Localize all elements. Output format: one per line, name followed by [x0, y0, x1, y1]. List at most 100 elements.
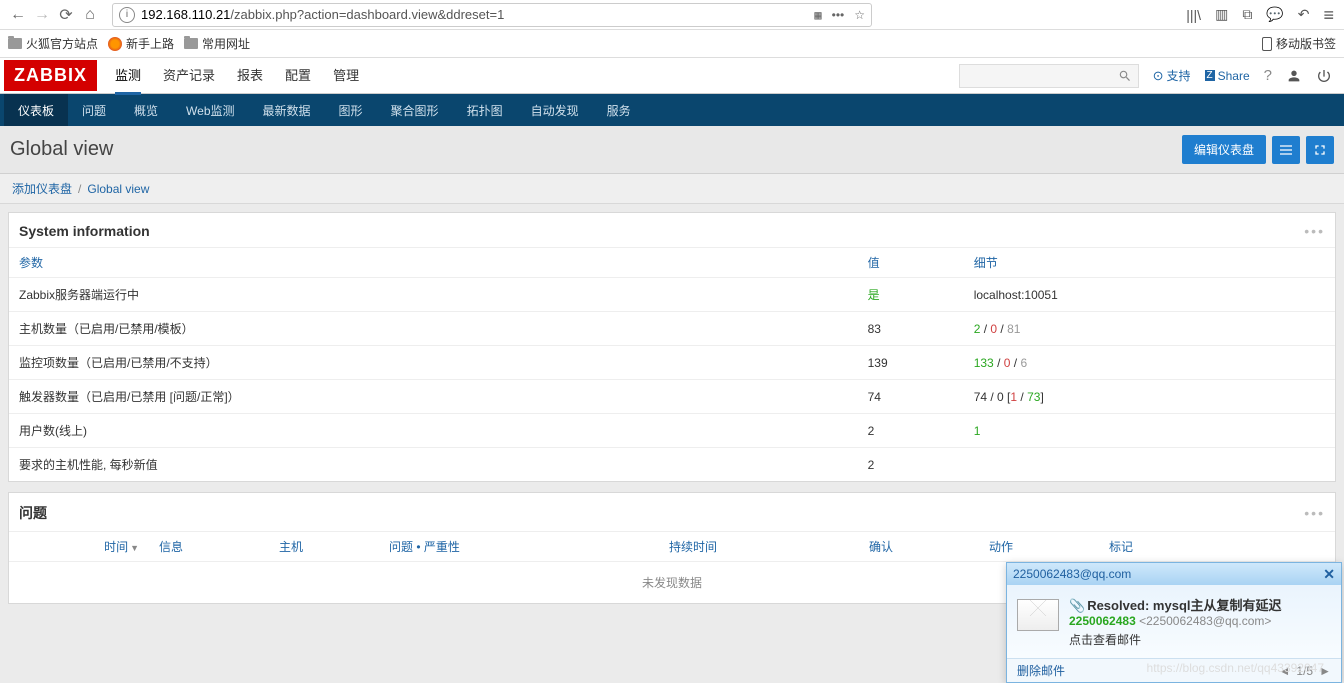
subnav-problems[interactable]: 问题	[68, 94, 120, 126]
sysinfo-row: 用户数(线上)21	[9, 414, 1335, 448]
cell-detail: 133 / 0 / 6	[964, 346, 1335, 380]
nav-monitor[interactable]: 监测	[115, 57, 141, 95]
sysinfo-title: System information	[19, 223, 150, 239]
problems-header-row: 时间▼ 信息 主机 问题 • 严重性 持续时间 确认 动作 标记	[9, 531, 1335, 561]
breadcrumb-current[interactable]: Global view	[87, 182, 149, 196]
nav-reports[interactable]: 报表	[237, 57, 263, 95]
col-actions[interactable]: 动作	[979, 538, 1099, 555]
th-value[interactable]: 值	[858, 248, 964, 278]
cell-value: 2	[858, 448, 964, 482]
power-icon[interactable]	[1316, 68, 1332, 84]
search-input[interactable]	[959, 64, 1139, 88]
sort-desc-icon: ▼	[130, 543, 139, 553]
edit-dashboard-button[interactable]: 编辑仪表盘	[1182, 135, 1266, 164]
reader-icon[interactable]: ▥	[1215, 6, 1228, 23]
menu-icon[interactable]	[1323, 6, 1334, 24]
cell-value: 2	[858, 414, 964, 448]
th-detail[interactable]: 细节	[964, 248, 1335, 278]
support-link[interactable]: ⊙支持	[1153, 67, 1191, 84]
zabbix-logo[interactable]: ZABBIX	[4, 60, 97, 91]
list-button[interactable]	[1272, 136, 1300, 164]
share-link[interactable]: ZShare	[1205, 69, 1250, 83]
envelope-icon	[1017, 599, 1059, 631]
cell-param: 触发器数量（已启用/已禁用 [问题/正常]）	[9, 380, 858, 414]
mail-delete-link[interactable]: 删除邮件	[1017, 662, 1065, 679]
subnav-graphs[interactable]: 图形	[325, 94, 377, 126]
more-icon[interactable]: •••	[832, 8, 845, 22]
nav-config[interactable]: 配置	[285, 57, 311, 95]
widget-menu-icon[interactable]: •••	[1304, 505, 1325, 521]
bookmark-star-icon[interactable]: ☆	[854, 8, 865, 22]
browser-toolbar: ← → ⟳ ⌂ i 192.168.110.21/zabbix.php?acti…	[0, 0, 1344, 30]
cell-detail: 2 / 0 / 81	[964, 312, 1335, 346]
site-info-icon[interactable]: i	[119, 7, 135, 23]
bookmark-item[interactable]: 火狐官方站点	[8, 35, 98, 52]
forward-button[interactable]: →	[30, 3, 54, 27]
library-icon[interactable]: |||\	[1186, 7, 1201, 23]
firefox-icon	[108, 37, 122, 51]
cell-value: 83	[858, 312, 964, 346]
problems-title: 问题	[19, 503, 47, 523]
bookmark-item[interactable]: 新手上路	[108, 35, 174, 52]
subnav-discovery[interactable]: 自动发现	[517, 94, 593, 126]
qr-icon[interactable]: ▦	[814, 8, 821, 22]
subnav-dashboard[interactable]: 仪表板	[4, 94, 68, 126]
breadcrumb-add[interactable]: 添加仪表盘	[12, 180, 72, 197]
col-problem[interactable]: 问题 • 严重性	[379, 538, 659, 555]
bookmark-item[interactable]: 常用网址	[184, 35, 250, 52]
mail-body[interactable]: 📎Resolved: mysql主从复制有延迟 2250062483 <2250…	[1007, 585, 1341, 658]
home-button[interactable]: ⌂	[78, 3, 102, 27]
main-nav: 监测 资产记录 报表 配置 管理	[115, 57, 359, 95]
url-bar[interactable]: i 192.168.110.21/zabbix.php?action=dashb…	[112, 3, 872, 27]
subnav-screens[interactable]: 聚合图形	[377, 94, 453, 126]
col-info[interactable]: 信息	[149, 538, 269, 555]
mail-close-button[interactable]: ✕	[1323, 566, 1335, 583]
mail-prev-icon[interactable]: ◄	[1279, 664, 1291, 678]
back-button[interactable]: ←	[6, 3, 30, 27]
sysinfo-widget: System information ••• 参数 值 细节 Zabbix服务器…	[8, 212, 1336, 482]
subnav-latest[interactable]: 最新数据	[249, 94, 325, 126]
folder-icon	[8, 38, 22, 49]
reload-button[interactable]: ⟳	[54, 3, 78, 27]
search-icon	[1118, 69, 1132, 83]
sysinfo-row: 主机数量（已启用/已禁用/模板）832 / 0 / 81	[9, 312, 1335, 346]
mail-notification-popup: 2250062483@qq.com ✕ 📎Resolved: mysql主从复制…	[1006, 562, 1342, 683]
col-duration[interactable]: 持续时间	[659, 538, 859, 555]
mail-next-icon[interactable]: ►	[1319, 664, 1331, 678]
mail-from: 2250062483 <2250062483@qq.com>	[1069, 614, 1331, 628]
url-text: 192.168.110.21/zabbix.php?action=dashboa…	[141, 7, 814, 22]
subnav-services[interactable]: 服务	[593, 94, 645, 126]
nav-admin[interactable]: 管理	[333, 57, 359, 95]
fullscreen-button[interactable]	[1306, 136, 1334, 164]
col-host[interactable]: 主机	[269, 538, 379, 555]
sysinfo-row: 监控项数量（已启用/已禁用/不支持）139133 / 0 / 6	[9, 346, 1335, 380]
subnav-web[interactable]: Web监测	[172, 94, 248, 126]
help-icon[interactable]: ?	[1264, 67, 1272, 84]
undo-icon[interactable]: ↶	[1298, 6, 1310, 23]
cell-param: 要求的主机性能, 每秒新值	[9, 448, 858, 482]
col-time[interactable]: 时间▼	[9, 538, 149, 555]
th-param[interactable]: 参数	[9, 248, 858, 278]
col-tags[interactable]: 标记	[1099, 538, 1143, 555]
breadcrumb-sep: /	[78, 182, 81, 196]
cell-param: Zabbix服务器端运行中	[9, 278, 858, 312]
nav-inventory[interactable]: 资产记录	[163, 57, 215, 95]
mail-subject: 📎Resolved: mysql主从复制有延迟	[1069, 595, 1331, 614]
sysinfo-table: 参数 值 细节 Zabbix服务器端运行中是localhost:10051主机数…	[9, 247, 1335, 481]
chat-icon[interactable]: 💬	[1266, 6, 1283, 23]
mail-pagination: ◄ 1/5 ►	[1279, 664, 1331, 678]
mail-hint: 点击查看邮件	[1069, 631, 1331, 648]
subnav-maps[interactable]: 拓扑图	[453, 94, 517, 126]
subnav-overview[interactable]: 概览	[120, 94, 172, 126]
mobile-bookmarks-link[interactable]: 移动版书签	[1262, 35, 1336, 52]
cell-param: 用户数(线上)	[9, 414, 858, 448]
paperclip-icon: 📎	[1069, 598, 1085, 613]
sysinfo-row: 触发器数量（已启用/已禁用 [问题/正常]）7474 / 0 [1 / 73]	[9, 380, 1335, 414]
cell-param: 主机数量（已启用/已禁用/模板）	[9, 312, 858, 346]
user-icon[interactable]	[1286, 68, 1302, 84]
screenshot-icon[interactable]: ⧉	[1242, 6, 1252, 23]
widget-menu-icon[interactable]: •••	[1304, 223, 1325, 239]
cell-value: 74	[858, 380, 964, 414]
col-ack[interactable]: 确认	[859, 538, 979, 555]
phone-icon	[1262, 37, 1272, 51]
